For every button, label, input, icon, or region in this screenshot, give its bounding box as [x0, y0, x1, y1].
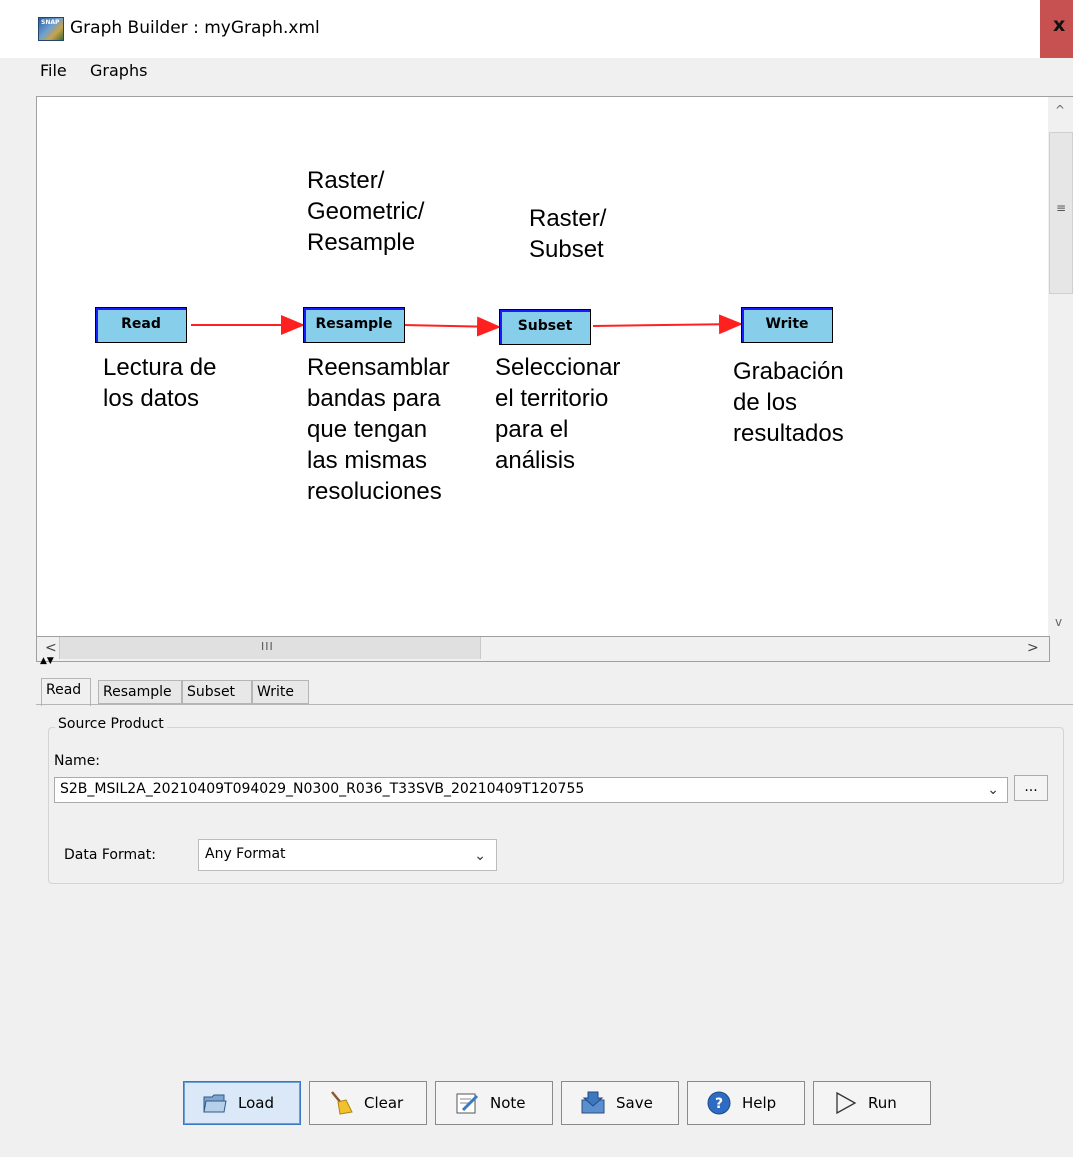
window-title: Graph Builder : myGraph.xml — [70, 18, 320, 38]
close-button[interactable]: x — [1040, 0, 1073, 58]
tab-content-read: Source Product Name: S2B_MSIL2A_20210409… — [36, 704, 1073, 1068]
menu-file[interactable]: File — [40, 61, 67, 80]
note-button[interactable]: Note — [435, 1081, 553, 1125]
annotation-subset-path: Raster/ Subset — [529, 205, 607, 263]
source-product-value: S2B_MSIL2A_20210409T094029_N0300_R036_T3… — [60, 781, 585, 797]
tab-read[interactable]: Read — [41, 678, 91, 706]
data-format-label: Data Format: — [64, 847, 156, 863]
title-bar: SNAP Graph Builder : myGraph.xml x — [0, 0, 1073, 58]
node-resample[interactable]: Resample — [303, 307, 405, 343]
clear-label: Clear — [364, 1094, 404, 1112]
tab-subset[interactable]: Subset — [182, 680, 252, 704]
source-product-select[interactable]: S2B_MSIL2A_20210409T094029_N0300_R036_T3… — [54, 777, 1008, 803]
run-label: Run — [868, 1094, 897, 1112]
play-icon — [836, 1091, 857, 1115]
scroll-right-arrow-icon[interactable]: > — [1027, 640, 1039, 656]
annotation-write-desc: Grabación de los resultados — [733, 358, 844, 447]
grip-icon: III — [261, 640, 274, 653]
load-button[interactable]: Load — [183, 1081, 301, 1125]
load-label: Load — [238, 1094, 274, 1112]
help-icon: ? — [707, 1091, 731, 1115]
scroll-left-arrow-icon[interactable]: < — [45, 640, 57, 656]
button-row: Load Clear Note Save ? Help Run — [0, 1068, 1073, 1157]
node-write[interactable]: Write — [741, 307, 833, 343]
folder-icon — [203, 1094, 227, 1113]
node-read[interactable]: Read — [95, 307, 187, 343]
note-icon — [456, 1093, 479, 1114]
horizontal-scrollbar[interactable]: < III > — [36, 636, 1050, 662]
chevron-down-icon: ⌄ — [987, 782, 999, 798]
annotation-read-desc: Lectura de los datos — [103, 354, 217, 412]
edge-resample-subset — [402, 316, 501, 337]
graph-canvas[interactable]: Read Resample Subset Write Raster/ Geome… — [36, 96, 1049, 637]
chevron-down-icon: ⌄ — [474, 848, 486, 864]
save-button[interactable]: Save — [561, 1081, 679, 1125]
splitter-arrows-icon[interactable]: ▲▼ — [40, 657, 54, 666]
node-subset[interactable]: Subset — [499, 309, 591, 345]
annotation-subset-desc: Seleccionar el territorio para el anális… — [495, 354, 621, 474]
menu-graphs[interactable]: Graphs — [90, 61, 147, 80]
snap-app-icon: SNAP — [38, 17, 64, 41]
clear-button[interactable]: Clear — [309, 1081, 427, 1125]
note-label: Note — [490, 1094, 526, 1112]
edge-subset-write — [592, 314, 743, 335]
app-icon-text: SNAP — [41, 19, 60, 26]
scroll-down-arrow-icon[interactable]: v — [1055, 615, 1062, 629]
tab-resample[interactable]: Resample — [98, 680, 182, 704]
grip-icon: ≡ — [1056, 201, 1067, 215]
close-icon: x — [1053, 14, 1066, 36]
menu-bar: File Graphs — [0, 58, 1073, 94]
tab-write[interactable]: Write — [252, 680, 309, 704]
scroll-up-arrow-icon[interactable]: ^ — [1055, 103, 1065, 117]
vertical-scroll-thumb[interactable]: ≡ — [1049, 132, 1073, 294]
save-label: Save — [616, 1094, 653, 1112]
save-icon — [581, 1091, 605, 1114]
broom-icon — [331, 1091, 353, 1115]
run-button[interactable]: Run — [813, 1081, 931, 1125]
name-label: Name: — [54, 753, 101, 769]
panel-splitter[interactable]: ▲▼ — [36, 657, 1073, 672]
svg-text:?: ? — [715, 1096, 723, 1112]
help-button[interactable]: ? Help — [687, 1081, 805, 1125]
vertical-scrollbar[interactable]: ^ ≡ v — [1048, 96, 1073, 637]
annotation-resample-desc: Reensamblar bandas para que tengan las m… — [307, 354, 450, 505]
browse-button[interactable]: ... — [1014, 775, 1048, 801]
parameters-panel: Read Resample Subset Write Source Produc… — [36, 672, 1073, 1067]
help-label: Help — [742, 1094, 777, 1112]
source-product-title: Source Product — [55, 716, 167, 732]
data-format-select[interactable]: Any Format ⌄ — [198, 839, 497, 871]
data-format-value: Any Format — [205, 846, 286, 862]
annotation-resample-path: Raster/ Geometric/ Resample — [307, 167, 425, 256]
